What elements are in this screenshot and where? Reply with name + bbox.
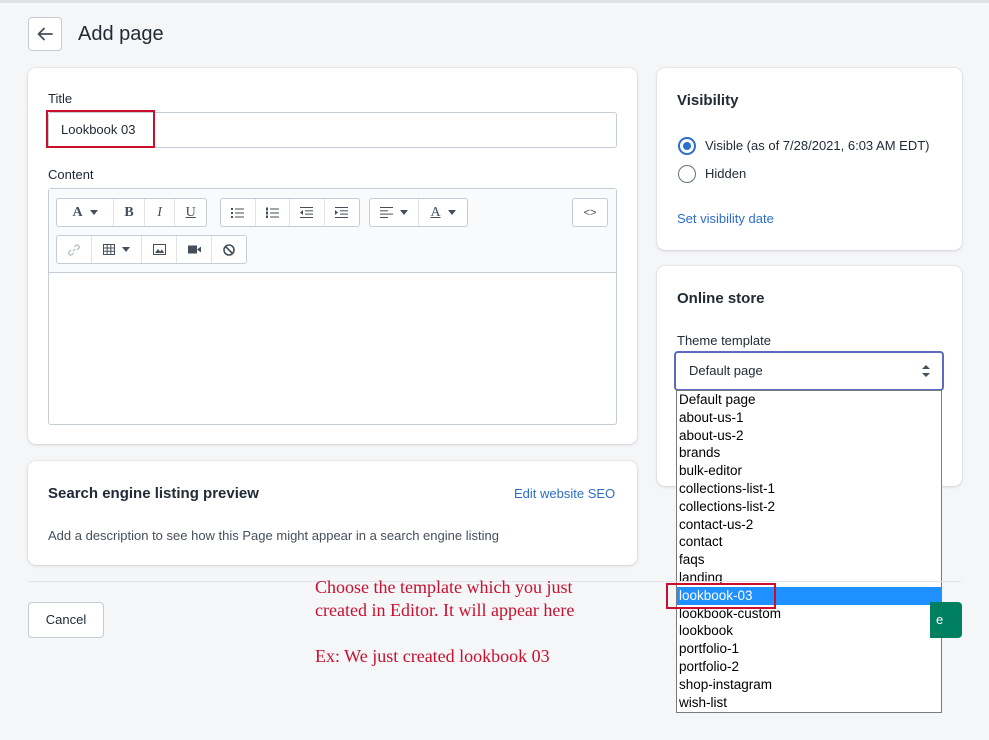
insert-video-button[interactable] xyxy=(177,236,212,263)
top-border xyxy=(0,0,989,3)
back-button[interactable] xyxy=(28,17,62,51)
theme-template-label: Theme template xyxy=(677,333,771,348)
hidden-radio[interactable] xyxy=(678,165,696,183)
template-option[interactable]: lookbook xyxy=(677,622,941,640)
table-icon xyxy=(103,244,115,255)
visibility-card: Visibility Visible (as of 7/28/2021, 6:0… xyxy=(657,68,962,250)
template-option[interactable]: collections-list-2 xyxy=(677,498,941,516)
text-format-group: A B I U xyxy=(56,198,207,227)
numbered-list-icon xyxy=(265,207,279,218)
lookbook-highlight-box xyxy=(666,583,776,609)
clear-formatting-icon xyxy=(223,243,235,256)
chevron-down-icon xyxy=(89,210,98,215)
template-option[interactable]: bulk-editor xyxy=(677,462,941,480)
chevron-down-icon xyxy=(122,247,130,252)
annotation-line-2: created in Editor. It will appear here xyxy=(315,600,575,620)
text-color-icon: A xyxy=(430,204,441,220)
template-option[interactable]: faqs xyxy=(677,551,941,569)
template-option[interactable]: collections-list-1 xyxy=(677,480,941,498)
template-option[interactable]: Default page xyxy=(677,391,941,409)
show-html-button[interactable]: <> xyxy=(573,199,607,226)
align-color-group: A xyxy=(369,198,468,227)
template-option[interactable]: brands xyxy=(677,444,941,462)
theme-template-dropdown: Default page about-us-1 about-us-2 brand… xyxy=(676,390,942,713)
chevron-down-icon xyxy=(447,210,456,215)
chevron-down-icon xyxy=(400,210,408,215)
visible-radio[interactable] xyxy=(678,137,696,155)
template-option[interactable]: contact-us-2 xyxy=(677,516,941,534)
annotation-line-1: Choose the template which you just xyxy=(315,577,573,597)
insert-group xyxy=(56,235,247,264)
seo-description: Add a description to see how this Page m… xyxy=(48,528,499,543)
template-option[interactable]: wish-list xyxy=(677,694,941,712)
insert-link-button[interactable] xyxy=(57,236,92,263)
numbered-list-button[interactable] xyxy=(256,199,290,226)
bullet-list-button[interactable] xyxy=(221,199,256,226)
title-highlight-box xyxy=(46,110,155,148)
template-option[interactable]: contact xyxy=(677,533,941,551)
list-indent-group xyxy=(220,198,360,227)
arrow-left-icon xyxy=(37,27,53,41)
clear-formatting-button[interactable] xyxy=(212,236,246,263)
italic-button[interactable]: I xyxy=(145,199,176,226)
html-toggle-group: <> xyxy=(572,198,608,227)
online-store-heading: Online store xyxy=(677,290,765,307)
indent-icon xyxy=(335,207,349,218)
hidden-radio-label: Hidden xyxy=(705,166,747,181)
link-icon xyxy=(68,243,80,256)
set-visibility-date-link[interactable]: Set visibility date xyxy=(677,211,774,226)
title-label: Title xyxy=(48,91,73,106)
align-left-icon xyxy=(380,207,393,218)
edit-seo-link[interactable]: Edit website SEO xyxy=(514,486,615,501)
annotation-line-3: Ex: We just created lookbook 03 xyxy=(315,646,550,666)
insert-image-button[interactable] xyxy=(142,236,177,263)
content-label: Content xyxy=(48,167,94,182)
theme-template-value: Default page xyxy=(689,363,763,378)
indent-button[interactable] xyxy=(325,199,359,226)
editor-content-area[interactable] xyxy=(49,274,616,424)
bold-button[interactable]: B xyxy=(114,199,145,226)
font-dropdown-button[interactable]: A xyxy=(57,199,115,226)
template-option[interactable]: about-us-2 xyxy=(677,427,941,445)
video-icon xyxy=(187,245,201,254)
template-option[interactable]: portfolio-1 xyxy=(677,640,941,658)
insert-table-button[interactable] xyxy=(92,236,142,263)
page-content-card: Title Lookbook 03 Content A B I U A <> xyxy=(28,68,637,444)
editor-toolbar: A B I U A <> xyxy=(49,189,616,273)
underline-button[interactable]: U xyxy=(175,199,206,226)
theme-template-select[interactable]: Default page xyxy=(675,352,943,390)
seo-heading: Search engine listing preview xyxy=(48,485,259,502)
font-icon: A xyxy=(72,204,83,220)
template-option[interactable]: portfolio-2 xyxy=(677,658,941,676)
template-option[interactable]: shop-instagram xyxy=(677,676,941,694)
seo-card: Search engine listing preview Edit websi… xyxy=(28,461,637,565)
visibility-heading: Visibility xyxy=(677,92,739,109)
text-color-dropdown-button[interactable]: A xyxy=(419,199,467,226)
template-option[interactable]: about-us-1 xyxy=(677,409,941,427)
cancel-button[interactable]: Cancel xyxy=(28,602,104,638)
image-icon xyxy=(152,244,166,255)
bullet-list-icon xyxy=(231,208,245,218)
outdent-icon xyxy=(300,207,314,218)
select-arrows-icon xyxy=(922,365,930,377)
page-title: Add page xyxy=(78,23,164,45)
visible-radio-label: Visible (as of 7/28/2021, 6:03 AM EDT) xyxy=(705,138,930,153)
outdent-button[interactable] xyxy=(290,199,325,226)
rich-text-editor: A B I U A <> xyxy=(48,188,617,425)
save-button[interactable]: e xyxy=(930,602,962,638)
align-dropdown-button[interactable] xyxy=(370,199,419,226)
